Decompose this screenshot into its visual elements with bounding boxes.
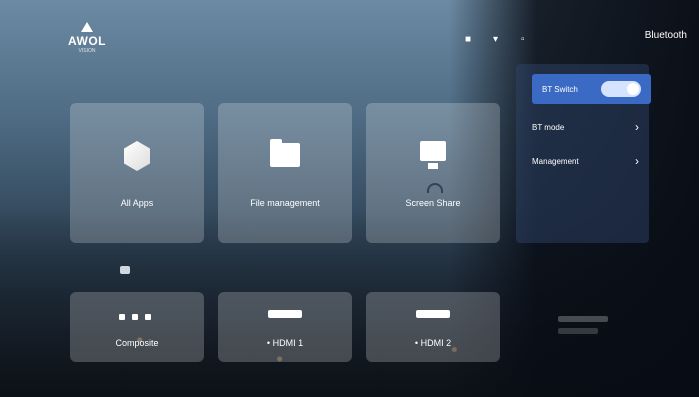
settings-icon: ▫	[521, 34, 525, 45]
status-bar: ■ ▾ ▫	[465, 34, 531, 45]
management-label: Management	[532, 156, 579, 166]
composite-icon	[119, 314, 151, 320]
hdmi-icon	[416, 310, 450, 318]
bt-switch-label: BT Switch	[542, 84, 578, 94]
usb-icon: ■	[465, 34, 472, 45]
tv-home-screen: AWOL VISION ■ ▾ ▫ Bluetooth All Apps Fil…	[0, 0, 699, 397]
brand-name: AWOL	[68, 34, 106, 48]
tile-label: Composite	[115, 338, 159, 348]
panel-title: Bluetooth	[644, 30, 687, 41]
chevron-right-icon: ›	[635, 120, 639, 134]
tile-label: File management	[250, 198, 320, 208]
tile-label: Screen Share	[405, 198, 461, 208]
logo-icon	[81, 22, 93, 32]
bt-mode-row[interactable]: BT mode ›	[532, 112, 639, 142]
folder-icon	[270, 139, 300, 167]
tile-composite[interactable]: Composite	[70, 292, 204, 362]
bt-mode-label: BT mode	[532, 122, 565, 132]
tile-hdmi1[interactable]: • HDMI 1	[218, 292, 352, 362]
cube-icon	[124, 141, 150, 171]
tile-hdmi2[interactable]: • HDMI 2	[366, 292, 500, 362]
wifi-icon	[427, 183, 443, 193]
chevron-right-icon: ›	[635, 154, 639, 168]
brand-logo: AWOL VISION	[62, 22, 112, 54]
tile-file-management[interactable]: File management	[218, 103, 352, 243]
dimmed-item	[558, 316, 608, 322]
bt-switch-row[interactable]: BT Switch	[532, 74, 651, 104]
wifi-icon: ▾	[493, 34, 499, 45]
screen-share-icon	[420, 141, 446, 193]
bluetooth-panel: BT Switch BT mode › Management ›	[516, 64, 651, 243]
toggle-knob	[627, 83, 639, 95]
brand-subtitle: VISION	[78, 48, 96, 54]
bt-toggle[interactable]	[601, 81, 641, 97]
message-icon	[120, 266, 130, 274]
tile-label: • HDMI 2	[414, 338, 452, 348]
management-row[interactable]: Management ›	[532, 146, 639, 176]
tile-all-apps[interactable]: All Apps	[70, 103, 204, 243]
tile-label: • HDMI 1	[266, 338, 304, 348]
tile-label: All Apps	[120, 198, 154, 208]
dimmed-item	[558, 328, 598, 334]
hdmi-icon	[268, 310, 302, 318]
tile-screen-share[interactable]: Screen Share	[366, 103, 500, 243]
